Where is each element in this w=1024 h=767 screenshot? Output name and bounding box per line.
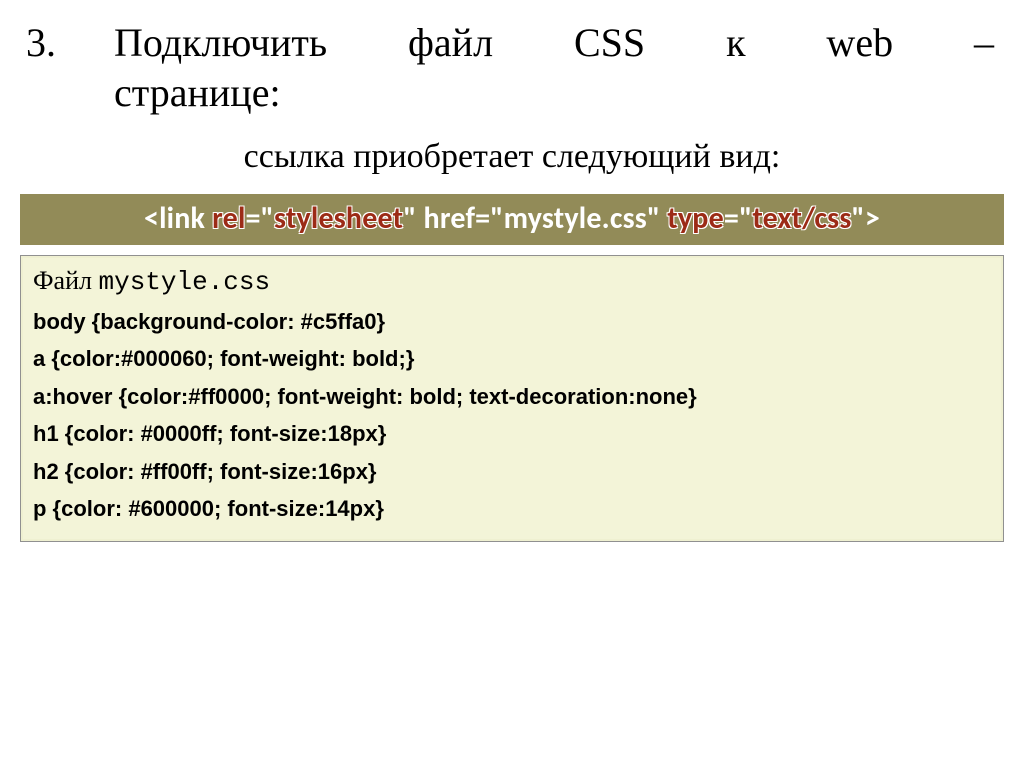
banner-text-1: <link	[144, 200, 212, 237]
banner-text-2: ="	[246, 200, 275, 237]
code-block: Файл mystyle.css body {background-color:…	[23, 258, 1001, 539]
banner-text-3: " href="mystyle.css"	[403, 200, 667, 237]
css-rule: a {color:#000060; font-weight: bold;}	[33, 340, 991, 377]
slide: 3. Подключить файл CSS к web – странице:…	[0, 0, 1024, 767]
heading-line-2: странице:	[20, 68, 1004, 118]
heading-row: 3. Подключить файл CSS к web –	[20, 18, 1004, 68]
subtext: ссылка приобретает следующий вид:	[20, 138, 1004, 176]
link-tag-banner: <link rel="stylesheet" href="mystyle.css…	[20, 194, 1004, 245]
css-rule: a:hover {color:#ff0000; font-weight: bol…	[33, 378, 991, 415]
css-rule: h1 {color: #0000ff; font-size:18px}	[33, 415, 991, 452]
heading-line-1: Подключить файл CSS к web –	[86, 18, 1004, 68]
list-number: 3.	[20, 18, 86, 68]
banner-hl-textcss: text/css	[752, 200, 851, 237]
css-rule: body {background-color: #c5ffa0}	[33, 303, 991, 340]
banner-text-4: ="	[724, 200, 753, 237]
css-rule: h2 {color: #ff00ff; font-size:16px}	[33, 453, 991, 490]
code-block-outer: Файл mystyle.css body {background-color:…	[20, 255, 1004, 542]
banner-hl-stylesheet: stylesheet	[274, 200, 403, 237]
banner-hl-type: type	[667, 200, 724, 237]
banner-text-5: ">	[852, 200, 881, 237]
file-label-name: mystyle.css	[98, 267, 270, 297]
file-label-prefix: Файл	[33, 266, 98, 295]
file-label: Файл mystyle.css	[33, 266, 991, 297]
banner-hl-rel: rel	[212, 200, 245, 237]
css-rule: p {color: #600000; font-size:14px}	[33, 490, 991, 527]
